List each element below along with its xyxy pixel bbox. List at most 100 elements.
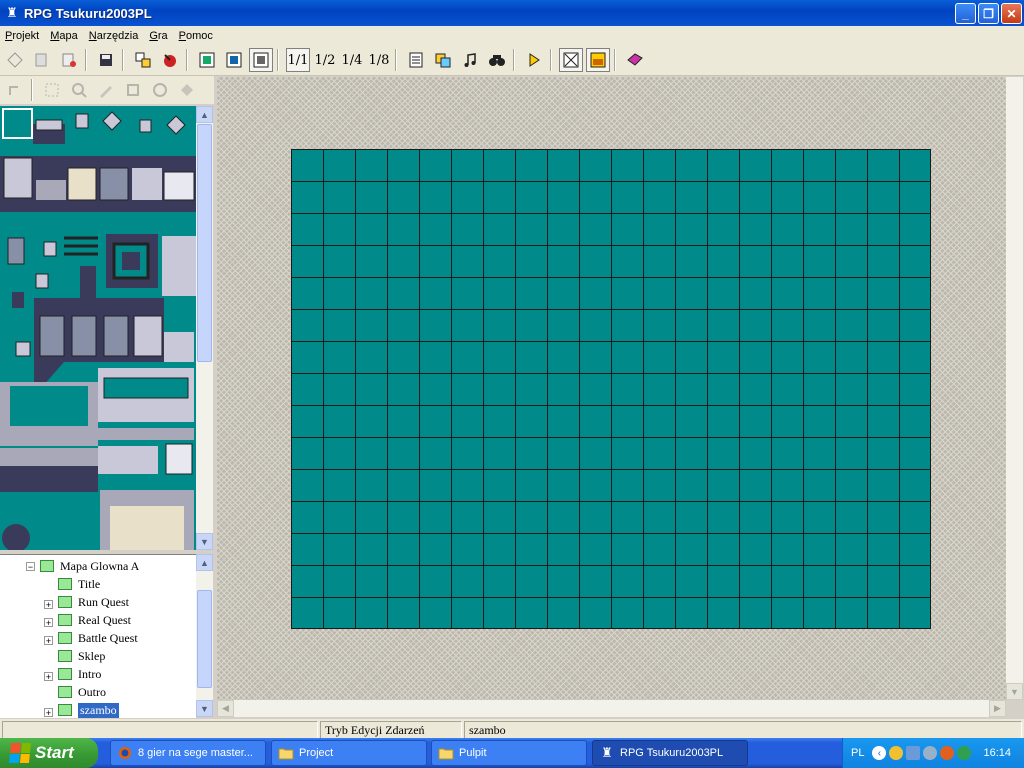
undo-icon[interactable] bbox=[158, 48, 182, 72]
status-map-name: szambo bbox=[464, 721, 1022, 739]
main-toolbar: 1/1 1/2 1/4 1/8 bbox=[0, 45, 1024, 76]
music-icon[interactable] bbox=[458, 48, 482, 72]
search-icon[interactable] bbox=[485, 48, 509, 72]
tree-scroll-thumb[interactable] bbox=[197, 590, 212, 688]
show-title-icon[interactable] bbox=[586, 48, 610, 72]
expand-icon[interactable]: + bbox=[44, 708, 53, 718]
tree-item[interactable]: Real Quest bbox=[58, 612, 131, 628]
scroll-right-arrow-icon[interactable]: ▶ bbox=[989, 700, 1006, 717]
event-layer-icon[interactable] bbox=[249, 48, 273, 72]
expand-icon[interactable]: + bbox=[44, 636, 53, 646]
clock[interactable]: 16:14 bbox=[983, 747, 1011, 759]
help-book-icon[interactable] bbox=[623, 48, 647, 72]
import-icon[interactable] bbox=[131, 48, 155, 72]
zoom-1-4-button[interactable]: 1/4 bbox=[340, 48, 364, 72]
firefox-icon bbox=[117, 745, 133, 761]
scroll-down-arrow-icon[interactable]: ▼ bbox=[1006, 683, 1023, 700]
map-node-icon bbox=[58, 578, 72, 590]
taskbar-item-pulpit[interactable]: Pulpit bbox=[431, 740, 587, 766]
map-node-icon bbox=[58, 668, 72, 680]
material-icon[interactable] bbox=[431, 48, 455, 72]
map-horizontal-scrollbar[interactable]: ◀ ▶ bbox=[217, 700, 1006, 717]
undo-draw-icon[interactable] bbox=[3, 78, 27, 102]
expand-icon[interactable]: + bbox=[44, 618, 53, 628]
circle-tool-icon[interactable] bbox=[148, 78, 172, 102]
collapse-icon[interactable]: − bbox=[26, 562, 35, 572]
window-title: RPG Tsukuru2003PL bbox=[24, 5, 152, 21]
new-project-icon[interactable] bbox=[3, 48, 27, 72]
menu-pomoc[interactable]: Pomoc bbox=[179, 30, 213, 42]
close-project-icon[interactable] bbox=[57, 48, 81, 72]
maximize-button[interactable]: ❐ bbox=[978, 3, 999, 24]
update-tray-icon[interactable] bbox=[957, 746, 972, 760]
palette-scroll-thumb[interactable] bbox=[197, 124, 212, 362]
pencil-tool-icon[interactable] bbox=[94, 78, 118, 102]
zoom-1-2-button[interactable]: 1/2 bbox=[313, 48, 337, 72]
play-icon[interactable] bbox=[522, 48, 546, 72]
menu-gra[interactable]: Gra bbox=[149, 30, 167, 42]
scroll-up-arrow-icon[interactable]: ▲ bbox=[196, 554, 213, 571]
minimize-button[interactable]: _ bbox=[955, 3, 976, 24]
rectangle-tool-icon[interactable] bbox=[121, 78, 145, 102]
tree-item[interactable]: Outro bbox=[58, 684, 106, 700]
scroll-left-arrow-icon[interactable]: ◀ bbox=[217, 700, 234, 717]
open-project-icon[interactable] bbox=[30, 48, 54, 72]
taskbar-item-rpg-tsukuru[interactable]: ♜ RPG Tsukuru2003PL bbox=[592, 740, 748, 766]
menu-projekt[interactable]: Projekt bbox=[5, 30, 39, 42]
fullscreen-icon[interactable] bbox=[559, 48, 583, 72]
app-icon[interactable]: ♜ bbox=[4, 5, 20, 21]
tree-root-label: Mapa Glowna A bbox=[60, 558, 140, 573]
tileset-palette[interactable] bbox=[0, 106, 196, 550]
tree-item-label: szambo bbox=[78, 702, 119, 718]
zoom-1-4-label: 1/4 bbox=[341, 52, 363, 68]
tree-root-item[interactable]: Mapa Glowna A bbox=[40, 558, 139, 574]
fill-tool-icon[interactable] bbox=[175, 78, 199, 102]
tree-item[interactable]: Run Quest bbox=[58, 594, 129, 610]
taskbar-item-firefox[interactable]: 8 gier na sege master... bbox=[110, 740, 266, 766]
tree-item-selected[interactable]: szambo bbox=[58, 702, 119, 718]
map-vertical-scrollbar[interactable]: ▼ bbox=[1006, 77, 1023, 700]
zoom-tool-icon[interactable] bbox=[67, 78, 91, 102]
language-indicator[interactable]: PL bbox=[851, 747, 864, 759]
upper-layer-icon[interactable] bbox=[222, 48, 246, 72]
database-icon[interactable] bbox=[404, 48, 428, 72]
status-pane-empty bbox=[2, 721, 318, 739]
security-tray-icon[interactable] bbox=[889, 746, 904, 760]
title-bar[interactable]: ♜ RPG Tsukuru2003PL _ ❐ ✕ bbox=[0, 0, 1024, 26]
toolbar-separator bbox=[277, 49, 279, 71]
menu-narzedzia[interactable]: Narzędzia bbox=[89, 30, 139, 42]
app-tray-icon[interactable] bbox=[940, 746, 955, 760]
tree-item[interactable]: Title bbox=[58, 576, 100, 592]
zoom-1-1-button[interactable]: 1/1 bbox=[286, 48, 310, 72]
windows-logo-icon bbox=[8, 743, 32, 763]
tree-item[interactable]: Intro bbox=[58, 666, 101, 682]
toolbar-separator bbox=[186, 49, 188, 71]
tree-item-label: Battle Quest bbox=[78, 630, 138, 645]
zoom-1-8-button[interactable]: 1/8 bbox=[367, 48, 391, 72]
close-button[interactable]: ✕ bbox=[1001, 3, 1022, 24]
scroll-down-arrow-icon[interactable]: ▼ bbox=[196, 700, 213, 717]
select-tool-icon[interactable] bbox=[40, 78, 64, 102]
tree-item-label: Run Quest bbox=[78, 594, 129, 609]
scroll-up-arrow-icon[interactable]: ▲ bbox=[196, 106, 213, 123]
scroll-down-arrow-icon[interactable]: ▼ bbox=[196, 533, 213, 550]
menu-mapa[interactable]: Mapa bbox=[50, 30, 78, 42]
tree-item[interactable]: Battle Quest bbox=[58, 630, 138, 646]
network-tray-icon[interactable] bbox=[906, 746, 921, 760]
expand-icon[interactable]: + bbox=[44, 600, 53, 610]
toolbar-separator bbox=[31, 79, 33, 101]
save-icon[interactable] bbox=[94, 48, 118, 72]
volume-tray-icon[interactable] bbox=[923, 746, 938, 760]
taskbar-item-project[interactable]: Project bbox=[271, 740, 427, 766]
lower-layer-icon[interactable] bbox=[195, 48, 219, 72]
start-button[interactable]: Start bbox=[0, 738, 98, 768]
chevron-left-icon[interactable]: ‹ bbox=[872, 746, 887, 760]
map-canvas[interactable] bbox=[291, 149, 931, 629]
expand-icon[interactable]: + bbox=[44, 672, 53, 682]
tree-scrollbar[interactable]: ▲ ▼ bbox=[196, 554, 213, 717]
map-node-icon bbox=[58, 614, 72, 626]
palette-scrollbar[interactable]: ▲ ▼ bbox=[196, 106, 213, 550]
task-label: Project bbox=[299, 747, 334, 759]
tree-item[interactable]: Sklep bbox=[58, 648, 105, 664]
rpg-maker-icon: ♜ bbox=[601, 745, 613, 760]
